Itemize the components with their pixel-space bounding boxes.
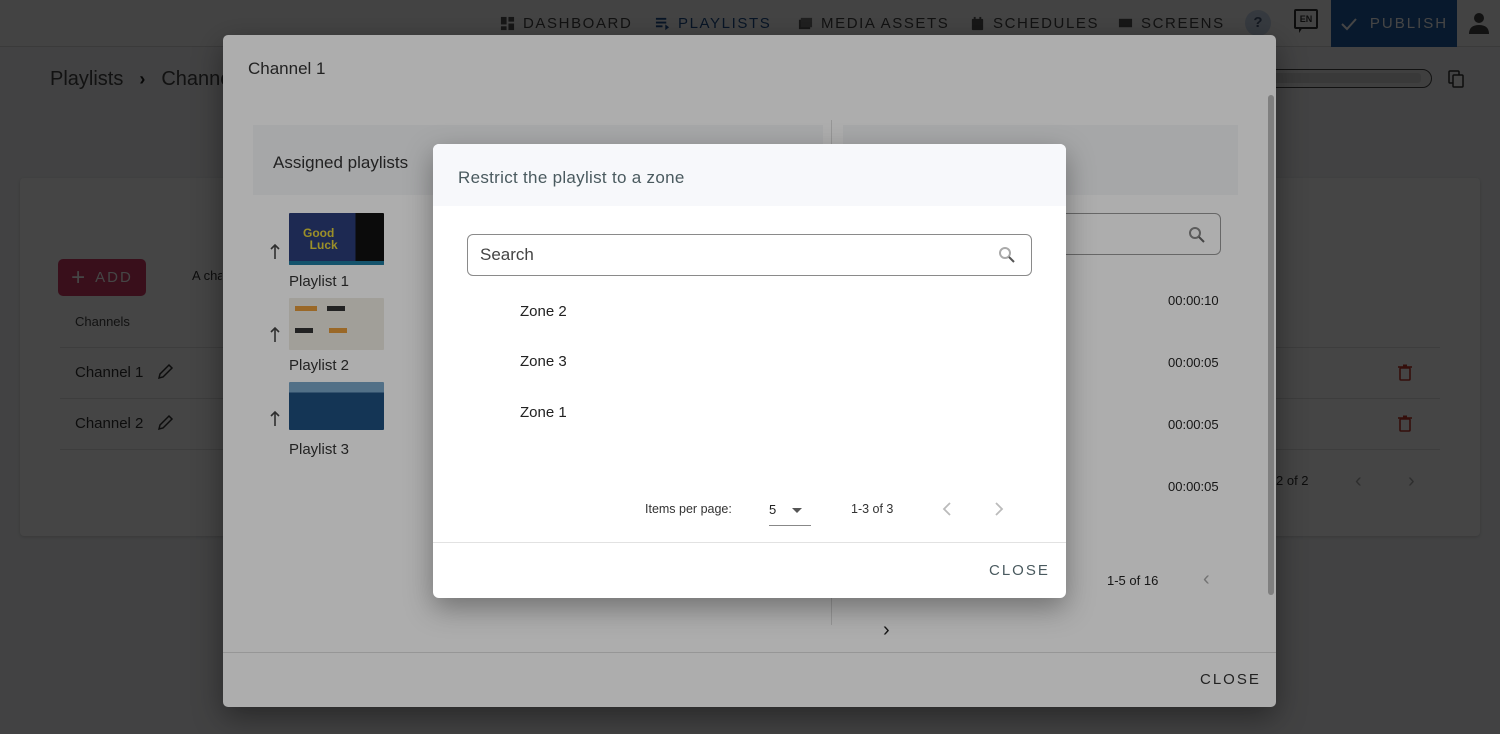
divider (433, 542, 1066, 543)
zone-name: Zone 1 (520, 404, 567, 421)
zone-name: Zone 3 (520, 353, 567, 370)
zone-list-item[interactable]: Zone 2 (433, 289, 1066, 339)
items-per-page-value: 5 (769, 502, 777, 517)
search-icon (999, 247, 1015, 263)
zone-paginator: Items per page: 5 1-3 of 3 (433, 494, 1066, 534)
zone-dialog-title: Restrict the playlist to a zone (458, 168, 685, 187)
next-page-button[interactable] (987, 496, 1011, 522)
zone-dialog-header: Restrict the playlist to a zone (433, 144, 1066, 206)
previous-page-button[interactable] (935, 496, 959, 522)
zone-name: Zone 2 (520, 303, 567, 320)
zone-pagination-range: 1-3 of 3 (851, 502, 894, 516)
zone-list-item[interactable]: Zone 1 (433, 390, 1066, 440)
zone-list-item[interactable]: Zone 3 (433, 339, 1066, 389)
items-per-page-select[interactable]: 5 (769, 496, 811, 526)
zone-search-input[interactable] (480, 235, 980, 275)
items-per-page-label: Items per page: (645, 502, 732, 516)
zone-dialog: Restrict the playlist to a zone Zone 2 Z… (433, 144, 1066, 598)
zone-dialog-close-button[interactable]: CLOSE (989, 562, 1050, 579)
zone-search-field[interactable] (467, 234, 1032, 276)
dropdown-caret-icon (792, 508, 802, 513)
